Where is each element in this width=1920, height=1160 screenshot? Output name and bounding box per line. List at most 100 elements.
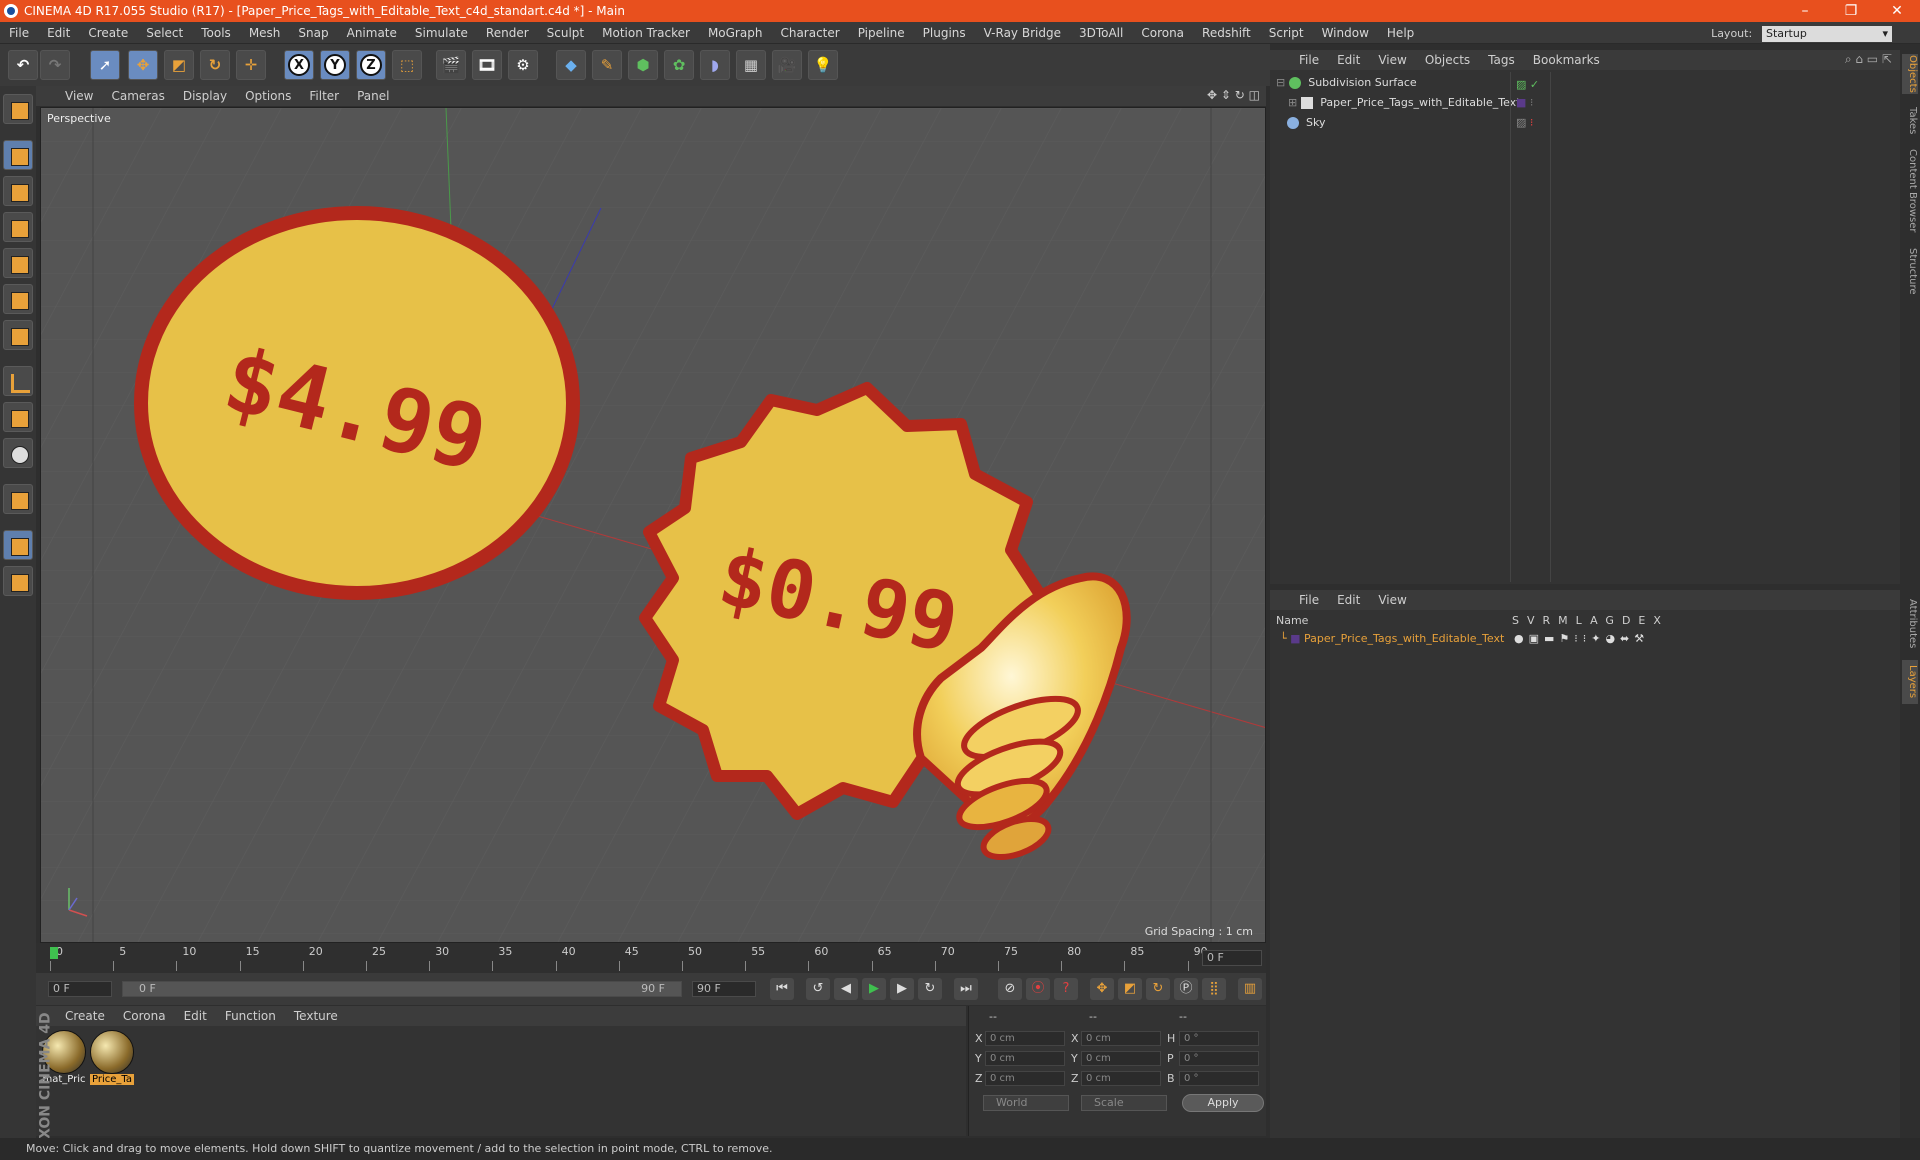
model-mode-button[interactable] bbox=[3, 140, 33, 170]
playhead[interactable] bbox=[50, 947, 58, 959]
next-key-button[interactable]: ↻ bbox=[918, 978, 942, 1000]
undo-button[interactable]: ↶ bbox=[8, 50, 38, 80]
y-axis-button[interactable]: Y bbox=[320, 50, 350, 80]
material-menu-texture[interactable]: Texture bbox=[285, 1006, 347, 1026]
texture-mode-button[interactable] bbox=[3, 176, 33, 206]
menu-redshift[interactable]: Redshift bbox=[1193, 22, 1260, 44]
viewport-menu-filter[interactable]: Filter bbox=[300, 86, 348, 106]
tweak-mode-button[interactable] bbox=[3, 402, 33, 432]
viewport-menu-cameras[interactable]: Cameras bbox=[102, 86, 173, 106]
menu-v-ray-bridge[interactable]: V-Ray Bridge bbox=[975, 22, 1070, 44]
render-view-button[interactable]: 🎬 bbox=[436, 50, 466, 80]
menu-tools[interactable]: Tools bbox=[192, 22, 240, 44]
menu-file[interactable]: File bbox=[0, 22, 38, 44]
planar-workplane-button[interactable] bbox=[3, 566, 33, 596]
material-menu-corona[interactable]: Corona bbox=[114, 1006, 175, 1026]
coord-rot-p-field[interactable]: 0 ° bbox=[1179, 1051, 1259, 1066]
tab-objects[interactable]: Objects bbox=[1902, 54, 1918, 94]
key-rotation-button[interactable]: ↻ bbox=[1146, 978, 1170, 1000]
polygons-mode-button[interactable] bbox=[3, 320, 33, 350]
axis-mode-button[interactable] bbox=[3, 366, 33, 396]
end-frame-field[interactable]: 90 F bbox=[692, 981, 756, 997]
object-menu-bookmarks[interactable]: Bookmarks bbox=[1524, 50, 1609, 70]
cloner-button[interactable]: ✿ bbox=[664, 50, 694, 80]
key-parameter-button[interactable]: Ⓟ bbox=[1174, 978, 1198, 1000]
previous-frame-button[interactable]: ◀ bbox=[834, 978, 858, 1000]
layer-flag-l[interactable]: L bbox=[1576, 614, 1590, 627]
visibility-dots-icon[interactable]: ▨ ⁝ bbox=[1516, 116, 1533, 129]
workplane-mode-button[interactable] bbox=[3, 212, 33, 242]
viewport-menu-view[interactable]: View bbox=[56, 86, 102, 106]
material-menu-create[interactable]: Create bbox=[56, 1006, 114, 1026]
menu-pipeline[interactable]: Pipeline bbox=[849, 22, 914, 44]
coord-size-z-field[interactable]: 0 cm bbox=[1081, 1071, 1161, 1086]
menu-motion-tracker[interactable]: Motion Tracker bbox=[593, 22, 699, 44]
menu-simulate[interactable]: Simulate bbox=[406, 22, 477, 44]
menu-select[interactable]: Select bbox=[137, 22, 192, 44]
layer-flag-d[interactable]: D bbox=[1622, 614, 1638, 627]
coord-rot-b-field[interactable]: 0 ° bbox=[1179, 1071, 1259, 1086]
menu-mograph[interactable]: MoGraph bbox=[699, 22, 772, 44]
render-settings-button[interactable]: ⚙ bbox=[508, 50, 538, 80]
points-mode-button[interactable] bbox=[3, 248, 33, 278]
menu-animate[interactable]: Animate bbox=[338, 22, 406, 44]
menu-3dtoall[interactable]: 3DToAll bbox=[1070, 22, 1132, 44]
scale-tool-button[interactable]: ◩ bbox=[164, 50, 194, 80]
layer-flag-s[interactable]: S bbox=[1512, 614, 1527, 627]
material-menu-edit[interactable]: Edit bbox=[175, 1006, 216, 1026]
go-to-start-button[interactable]: ⏮ bbox=[770, 978, 794, 1000]
material-menu-function[interactable]: Function bbox=[216, 1006, 285, 1026]
object-menu-edit[interactable]: Edit bbox=[1328, 50, 1369, 70]
object-manager-search-icon[interactable]: ⌕ ⌂ ▭ ⇱ bbox=[1845, 52, 1892, 67]
viewport-menu-panel[interactable]: Panel bbox=[348, 86, 398, 106]
round-price-tag[interactable]: $4.99 bbox=[134, 206, 580, 600]
spline-pen-button[interactable]: ✎ bbox=[592, 50, 622, 80]
coord-pos-z-field[interactable]: 0 cm bbox=[985, 1071, 1065, 1086]
floor-button[interactable]: ▦ bbox=[736, 50, 766, 80]
object-menu-file[interactable]: File bbox=[1290, 50, 1328, 70]
enabled-check-icon[interactable]: ▨ ✓ bbox=[1516, 78, 1539, 91]
layer-flag-e[interactable]: E bbox=[1638, 614, 1653, 627]
coord-rot-h-field[interactable]: 0 ° bbox=[1179, 1031, 1259, 1046]
menu-help[interactable]: Help bbox=[1378, 22, 1423, 44]
current-frame-field[interactable]: 0 F bbox=[1202, 950, 1262, 966]
object-menu-view[interactable]: View bbox=[1369, 50, 1415, 70]
viewport-nav-icons[interactable]: ✥ ⇕ ↻ ◫ bbox=[1207, 88, 1260, 102]
layer-color-icon[interactable]: ■ ⁝ bbox=[1516, 96, 1533, 109]
next-frame-button[interactable]: ▶ bbox=[890, 978, 914, 1000]
rotate-tool-button[interactable]: ↻ bbox=[200, 50, 230, 80]
layer-row[interactable]: └ ■ Paper_Price_Tags_with_Editable_Text bbox=[1280, 632, 1504, 645]
material-slot-2[interactable]: Price_Ta bbox=[90, 1030, 136, 1086]
object-menu-objects[interactable]: Objects bbox=[1416, 50, 1479, 70]
menu-edit[interactable]: Edit bbox=[38, 22, 79, 44]
auto-keying-button[interactable]: ⦿ bbox=[1026, 978, 1050, 1000]
menu-window[interactable]: Window bbox=[1313, 22, 1378, 44]
select-tool-button[interactable]: ➚ bbox=[90, 50, 120, 80]
coord-size-y-field[interactable]: 0 cm bbox=[1081, 1051, 1161, 1066]
menu-snap[interactable]: Snap bbox=[289, 22, 337, 44]
coord-pos-y-field[interactable]: 0 cm bbox=[985, 1051, 1065, 1066]
layer-menu-view[interactable]: View bbox=[1369, 590, 1415, 610]
timeline-ruler[interactable]: 0 5 10 15 20 25 30 35 40 45 50 55 60 65 70 75 80 85 90 0 F bbox=[36, 943, 1266, 973]
coordinate-system-button[interactable]: ⬚ bbox=[392, 50, 422, 80]
layer-flag-g[interactable]: G bbox=[1605, 614, 1622, 627]
tab-takes[interactable]: Takes bbox=[1902, 106, 1918, 136]
frame-range-slider[interactable]: 0 F 90 F bbox=[122, 981, 682, 997]
make-editable-button[interactable] bbox=[3, 94, 33, 124]
light-button[interactable]: 💡 bbox=[808, 50, 838, 80]
menu-plugins[interactable]: Plugins bbox=[914, 22, 975, 44]
camera-button[interactable]: 🎥 bbox=[772, 50, 802, 80]
deformer-button[interactable]: ◗ bbox=[700, 50, 730, 80]
record-keys-button[interactable]: ⊘ bbox=[998, 978, 1022, 1000]
solo-button[interactable] bbox=[3, 438, 33, 468]
menu-corona[interactable]: Corona bbox=[1132, 22, 1193, 44]
x-axis-button[interactable]: X bbox=[284, 50, 314, 80]
tab-layers[interactable]: Layers bbox=[1902, 660, 1918, 704]
redo-button[interactable]: ↷ bbox=[40, 50, 70, 80]
menu-mesh[interactable]: Mesh bbox=[240, 22, 290, 44]
tab-attributes[interactable]: Attributes bbox=[1902, 594, 1918, 654]
coord-size-mode-dropdown[interactable]: Scale bbox=[1081, 1095, 1167, 1111]
restore-button[interactable]: ❐ bbox=[1828, 0, 1874, 22]
layer-menu-file[interactable]: File bbox=[1290, 590, 1328, 610]
3d-viewport[interactable]: $4.99 $0.99 Perspective Grid Spacing: 1… bbox=[40, 107, 1266, 943]
